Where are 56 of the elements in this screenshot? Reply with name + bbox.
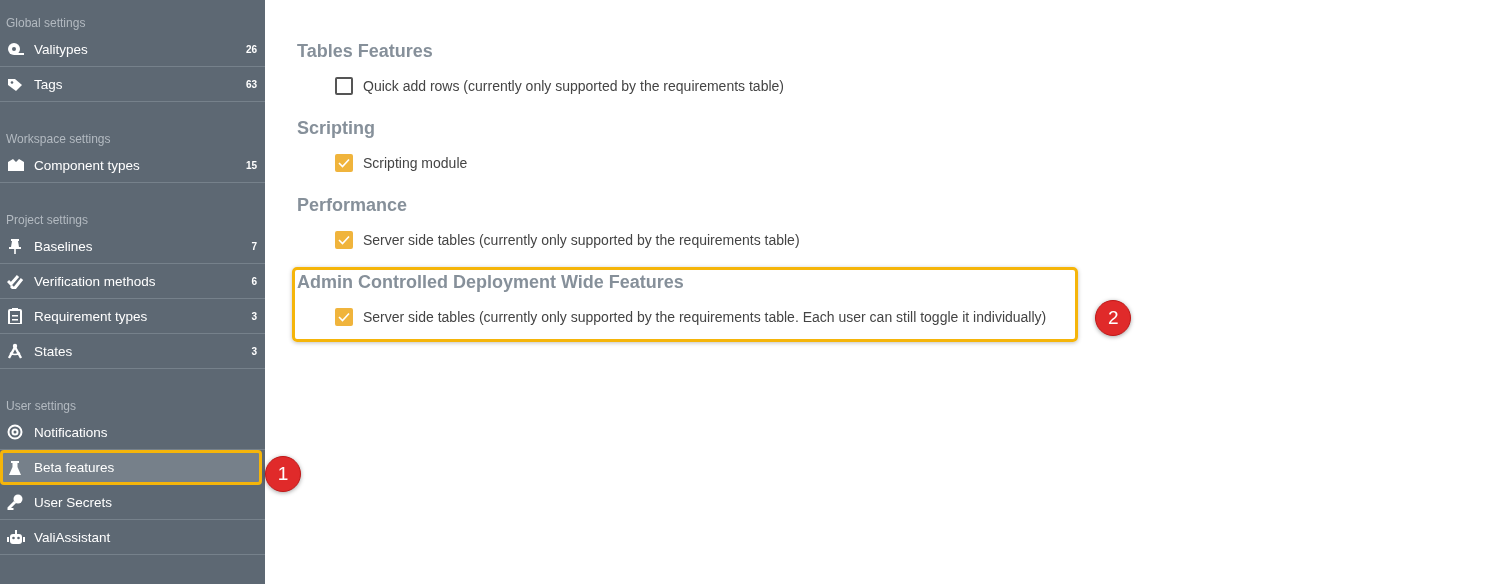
sidebar-item-label: Requirement types [34, 308, 149, 324]
checkbox[interactable] [335, 154, 353, 172]
sidebar-item[interactable]: Tags 63 [0, 67, 265, 102]
item-count: 26 [245, 43, 257, 55]
sidebar-section-title: User settings [5, 398, 77, 415]
sidebar-item[interactable]: Valitypes 26 [0, 32, 265, 67]
item-count: 3 [251, 345, 257, 357]
checkbox[interactable] [335, 231, 353, 249]
sidebar-item[interactable]: States 3 [0, 334, 265, 369]
sidebar-item-label: Verification methods [34, 273, 157, 289]
checkbox-label: Quick add rows (currently only supported by the requirements table) [363, 78, 784, 94]
clipboard-icon [7, 308, 25, 324]
item-count: 63 [245, 78, 257, 90]
sidebar-item-label: Notifications [34, 424, 109, 440]
callout-badge: 1 [265, 456, 301, 492]
item-count: 7 [251, 240, 257, 252]
checkmark-icon [338, 312, 350, 322]
checkmark-icon [338, 158, 350, 168]
sidebar-item[interactable]: ValiAssistant [0, 520, 265, 555]
sidebar-item[interactable]: Verification methods 6 [0, 264, 265, 299]
callout-badge: 2 [1095, 300, 1132, 336]
sidebar-item-label: ValiAssistant [34, 529, 112, 545]
section-heading: Admin Controlled Deployment Wide Features [297, 271, 684, 294]
sidebar-item[interactable]: Requirement types 3 [0, 299, 265, 334]
sidebar-item-label: Component types [34, 157, 141, 173]
sidebar-section-title: Global settings [5, 15, 86, 32]
item-count: 6 [251, 275, 257, 287]
sidebar-item-label: States [34, 343, 74, 359]
checkbox-label: Server side tables (currently only supported by the requirements table) [363, 232, 800, 248]
checkbox[interactable] [335, 77, 353, 95]
sidebar-item-label: Tags [34, 76, 64, 92]
section-heading: Tables Features [297, 40, 433, 63]
robot-icon [7, 529, 25, 545]
checkmark-icon [338, 235, 350, 245]
tape-icon [7, 41, 25, 57]
section-heading: Performance [297, 194, 408, 217]
sidebar-item-label: User Secrets [34, 494, 114, 510]
checkbox[interactable] [335, 308, 353, 326]
double-check-icon [7, 273, 25, 289]
sidebar-item-label: Valitypes [34, 41, 89, 57]
tag-icon [7, 76, 25, 92]
sidebar-item-label: Beta features [34, 460, 116, 475]
sidebar-item-label: Baselines [34, 238, 94, 254]
box-icon [7, 157, 25, 173]
compass-icon [7, 343, 25, 359]
checkbox-label: Scripting module [363, 155, 468, 171]
sidebar-item[interactable]: Component types 15 [0, 148, 265, 183]
checkbox-label: Server side tables (currently only supported by the requirements table. Each user can still toggle it individually) [363, 309, 1047, 325]
key-icon [7, 494, 25, 510]
section-heading: Scripting [297, 117, 375, 140]
sidebar-section-title: Project settings [5, 212, 89, 229]
item-count: 15 [245, 159, 257, 171]
sidebar-section-title: Workspace settings [5, 131, 111, 148]
sidebar-item[interactable]: User Secrets [0, 485, 265, 520]
sidebar-item[interactable]: Baselines 7 [0, 229, 265, 264]
item-count: 3 [251, 310, 257, 322]
